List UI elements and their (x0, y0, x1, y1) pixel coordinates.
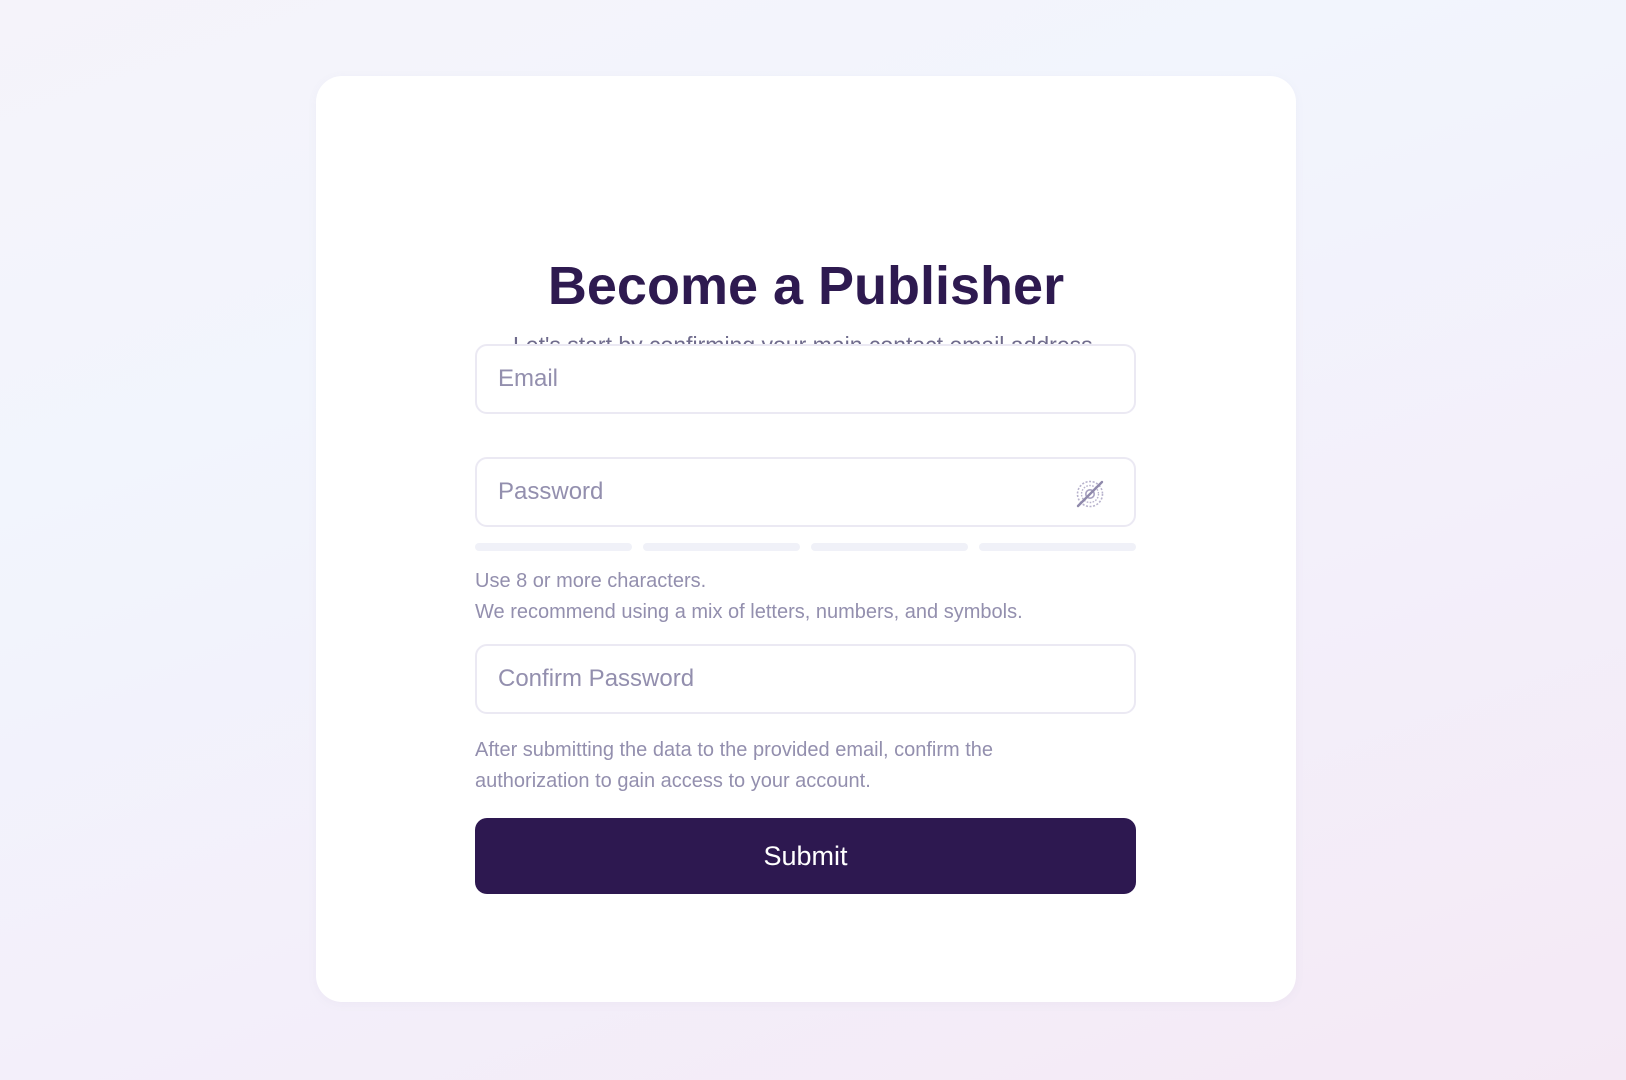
confirm-password-input[interactable] (477, 646, 1134, 712)
strength-segment (475, 543, 632, 551)
signup-card: Become a Publisher Let's start by confir… (316, 76, 1296, 1002)
password-hint-length: Use 8 or more characters. (475, 570, 707, 592)
confirm-password-field-container (475, 644, 1136, 714)
page-title: Become a Publisher (547, 256, 1065, 316)
authorization-hint-line-1: After submitting the data to the provide… (475, 739, 994, 761)
password-field-container (475, 457, 1136, 527)
submit-button[interactable]: Submit (475, 818, 1136, 894)
password-input[interactable] (477, 459, 1134, 525)
strength-segment (979, 543, 1136, 551)
strength-segment (643, 543, 800, 551)
strength-segment (811, 543, 968, 551)
authorization-hint-line-2: authorization to gain access to your acc… (475, 770, 871, 792)
password-hint-mix: We recommend using a mix of letters, num… (475, 601, 1023, 623)
password-strength-meter (475, 543, 1136, 551)
email-input[interactable] (477, 346, 1134, 412)
eye-off-icon[interactable] (1072, 476, 1108, 512)
email-field-container (475, 344, 1136, 414)
